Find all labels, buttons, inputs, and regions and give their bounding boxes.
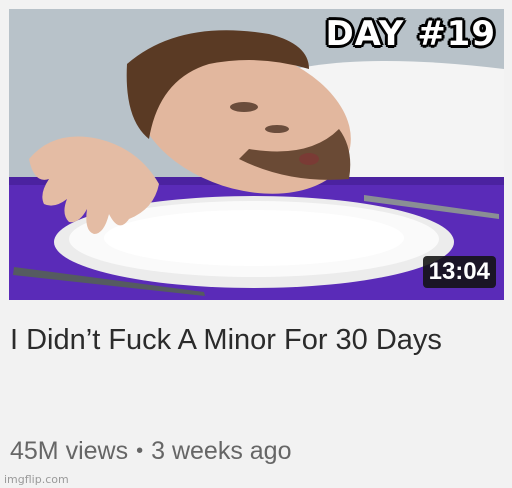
day-badge-text: DAY #19 bbox=[325, 14, 496, 54]
duration-badge: 13:04 bbox=[422, 256, 496, 288]
video-thumbnail[interactable]: DAY #19 13:04 bbox=[9, 9, 504, 300]
video-metadata: 45M views • 3 weeks ago bbox=[10, 437, 291, 466]
separator-dot: • bbox=[136, 440, 144, 462]
view-count: 45M views bbox=[10, 437, 129, 465]
video-title[interactable]: I Didn’t Fuck A Minor For 30 Days bbox=[10, 318, 500, 362]
watermark-text: imgflip.com bbox=[4, 473, 69, 486]
video-card[interactable]: DAY #19 13:04 I Didn’t Fuck A Minor For … bbox=[0, 0, 512, 488]
upload-time: 3 weeks ago bbox=[151, 437, 292, 465]
